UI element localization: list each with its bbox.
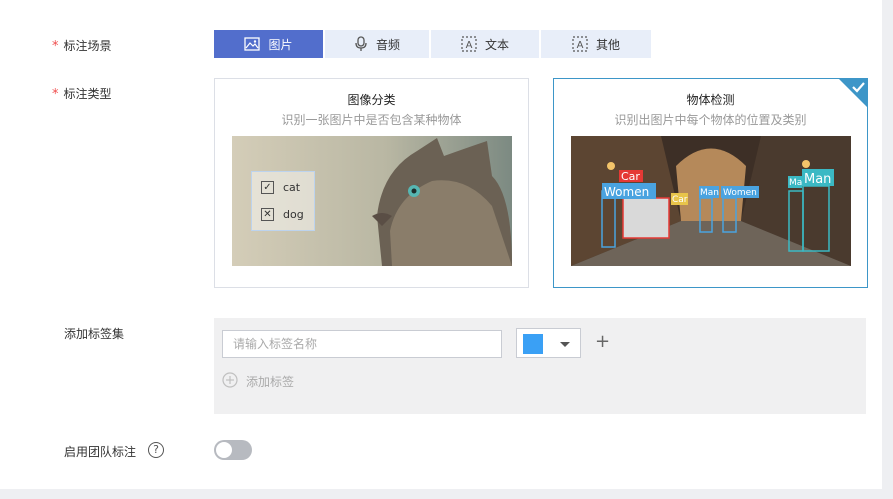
street-image: Car Women Man Women Car Ma Man [571,136,851,266]
scene-option-audio[interactable]: 音频 [325,30,429,58]
add-tag-button[interactable]: 添加标签 [222,372,294,391]
class-label: cat [283,181,301,194]
detection-label: Car [672,195,688,205]
type-card-classification[interactable]: 图像分类 识别一张图片中是否包含某种物体 ✓ cat ✕ dog [214,78,529,288]
scene-option-label: 其他 [595,37,620,52]
color-swatch [523,334,543,354]
card-title: 图像分类 [347,93,396,107]
scene-label: * 标注场景 [52,39,112,54]
scene-option-label: 图片 [268,37,293,52]
checkbox-crossed-icon: ✕ [261,208,274,221]
classification-item: ✕ dog [261,208,304,221]
plus-icon[interactable]: + [595,332,610,352]
card-description: 识别出图片中每个物体的位置及类别 [614,113,807,127]
detection-label: Women [604,185,649,199]
checkbox-checked-icon: ✓ [261,181,274,194]
svg-text:A: A [577,40,584,51]
detection-label: Car [621,170,640,183]
classification-item: ✓ cat [261,181,300,194]
color-picker[interactable] [516,328,581,358]
tag-name-input[interactable]: 请输入标签名称 [222,330,502,358]
type-card-detection[interactable]: 物体检测 识别出图片中每个物体的位置及类别 Car Women Man Wome… [553,78,868,288]
svg-text:A: A [466,40,473,51]
selected-check-icon [838,78,868,108]
team-toggle[interactable] [214,440,252,460]
scene-option-label: 文本 [484,37,509,52]
tagset-label: 添加标签集 [64,327,125,341]
card-title: 物体检测 [686,93,735,107]
text-icon: A [572,36,588,52]
add-tag-label: 添加标签 [246,375,295,389]
required-mark: * [52,39,59,54]
scene-option-text[interactable]: A 文本 [431,30,539,58]
scene-option-image[interactable]: 图片 [214,30,323,58]
type-label: * 标注类型 [52,87,112,102]
class-label: dog [283,208,304,221]
scene-option-label: 音频 [375,37,400,52]
detection-label: Man [804,172,831,187]
scene-segmented: 图片 音频 A 文本 A 其他 [214,30,653,58]
tagset-box: 请输入标签名称 + 添加标签 [214,318,866,414]
caret-down-icon [560,342,570,347]
detection-label: Women [723,188,757,198]
required-mark: * [52,87,59,102]
detection-label: Ma [789,178,802,188]
toggle-knob [216,442,232,458]
detection-label: Man [700,188,719,198]
text-icon: A [461,36,477,52]
help-icon[interactable]: ? [148,442,164,458]
image-icon [244,37,261,51]
form-panel: * 标注场景 图片 音频 A 文本 A 其他 * 标注类型 图像分类 识别一张图… [0,0,882,489]
classification-overlay: ✓ cat ✕ dog [251,171,315,231]
scene-option-other[interactable]: A 其他 [541,30,651,58]
add-circle-icon [222,372,238,391]
team-label: 启用团队标注 [64,445,137,459]
microphone-icon [354,36,368,52]
card-description: 识别一张图片中是否包含某种物体 [281,113,462,127]
cat-image: ✓ cat ✕ dog [232,136,512,266]
